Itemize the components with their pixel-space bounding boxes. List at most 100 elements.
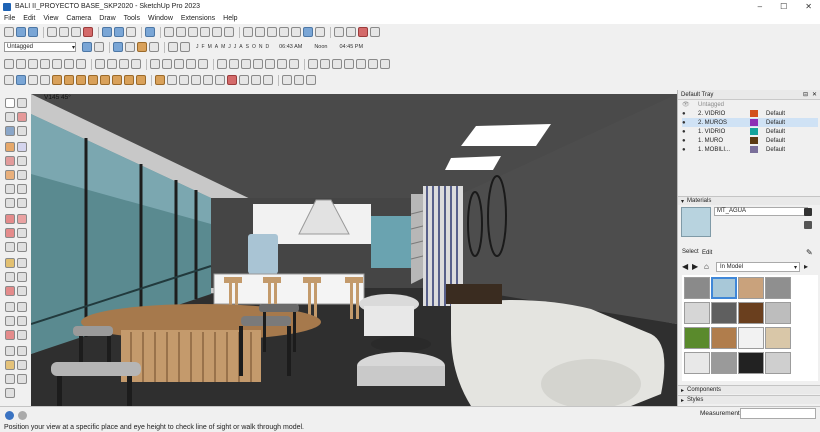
open-file-icon[interactable] — [16, 27, 26, 37]
intersect-icon[interactable] — [191, 75, 201, 85]
material-name-field[interactable]: MT_AGUA — [714, 207, 808, 216]
tape-measure-icon[interactable] — [64, 75, 74, 85]
sandbox-icon[interactable] — [95, 59, 105, 69]
zoom-window-nav-icon[interactable] — [17, 316, 27, 326]
material-swatch[interactable] — [738, 277, 764, 299]
measurements-input[interactable] — [740, 408, 816, 419]
model-viewport[interactable] — [31, 94, 677, 406]
stamp-icon[interactable] — [107, 59, 117, 69]
camera-front-icon[interactable] — [188, 27, 198, 37]
components-header[interactable]: ▸ Components — [678, 385, 820, 394]
axes-tool-icon[interactable] — [5, 286, 15, 296]
material-swatch[interactable] — [711, 277, 737, 299]
wireframe-icon[interactable] — [267, 27, 277, 37]
position-camera-tool-icon[interactable] — [17, 360, 27, 370]
sandbox-tool-icon[interactable] — [5, 374, 15, 384]
orbit-nav-icon[interactable] — [5, 302, 15, 312]
walk-icon[interactable] — [308, 59, 318, 69]
scene-tab[interactable]: V145 45° — [44, 94, 71, 101]
zoom-icon[interactable] — [344, 59, 354, 69]
tape-tool-icon[interactable] — [5, 258, 15, 268]
extension-warehouse-icon[interactable] — [346, 27, 356, 37]
walk-nav-icon[interactable] — [5, 346, 15, 356]
style-depth-icon[interactable] — [186, 59, 196, 69]
month-scale[interactable]: JFMAMJJASOND — [196, 44, 269, 50]
maximize-button[interactable]: ☐ — [780, 2, 787, 11]
styles-header[interactable]: ▸ Styles — [678, 395, 820, 404]
offset-tool-icon[interactable] — [17, 242, 27, 252]
rotate-icon[interactable] — [155, 75, 165, 85]
eye-icon[interactable]: ● — [682, 111, 690, 117]
tag-select[interactable]: Untagged ▾ — [4, 42, 76, 52]
undo-icon[interactable] — [102, 27, 112, 37]
lock-icon[interactable] — [263, 75, 273, 85]
material-swatch[interactable] — [738, 302, 764, 324]
shadows-toggle-icon[interactable] — [180, 42, 190, 52]
unhide-icon[interactable] — [251, 75, 261, 85]
look-around-nav-icon[interactable] — [17, 346, 27, 356]
eye-icon[interactable]: ● — [682, 138, 690, 144]
flip-edge-icon[interactable] — [131, 59, 141, 69]
door-plugin-icon[interactable] — [294, 75, 304, 85]
extra-tool-icon[interactable] — [5, 388, 15, 398]
scale-icon[interactable] — [167, 75, 177, 85]
paste-icon[interactable] — [71, 27, 81, 37]
3d-text-tool-icon[interactable] — [17, 286, 27, 296]
material-swatch[interactable] — [765, 277, 791, 299]
back-icon[interactable]: ◀ — [682, 262, 688, 271]
tag-tool-icon[interactable] — [5, 126, 15, 136]
protractor-tool-icon[interactable] — [5, 272, 15, 282]
pan-nav-icon[interactable] — [17, 302, 27, 312]
solid-subtract-icon[interactable] — [52, 59, 62, 69]
style-profiles-icon[interactable] — [174, 59, 184, 69]
tag-row[interactable]: ● 1. MOBILI... Default — [682, 145, 818, 154]
axes-icon[interactable] — [88, 75, 98, 85]
warehouse-tool-icon[interactable] — [17, 374, 27, 384]
menu-tools[interactable]: Tools — [124, 15, 140, 22]
previous-nav-icon[interactable] — [17, 330, 27, 340]
copy-icon[interactable] — [59, 27, 69, 37]
materials-header[interactable]: ▾ Materials — [678, 196, 820, 205]
color-by-tag-icon[interactable] — [82, 42, 92, 52]
tag-row[interactable]: ● 2. VIDRIO Default — [682, 109, 818, 118]
make-component-icon[interactable] — [17, 98, 27, 108]
default-material-icon[interactable] — [804, 221, 812, 229]
view-front-icon[interactable] — [241, 59, 251, 69]
arc-tool-icon[interactable] — [5, 184, 15, 194]
pan-icon[interactable] — [16, 75, 26, 85]
camera-back-icon[interactable] — [212, 27, 222, 37]
material-swatch[interactable] — [684, 352, 710, 374]
style-extension-icon[interactable] — [198, 59, 208, 69]
tag-row-partial[interactable]: 👁 Untagged — [682, 100, 818, 109]
style-edges-icon[interactable] — [162, 59, 172, 69]
menu-view[interactable]: View — [43, 15, 58, 22]
view-left-icon[interactable] — [277, 59, 287, 69]
push-pull-icon[interactable] — [28, 75, 38, 85]
geo-location-icon[interactable] — [5, 411, 14, 420]
print-icon[interactable] — [126, 27, 136, 37]
hidden-line-icon[interactable] — [279, 27, 289, 37]
create-material-icon[interactable] — [804, 208, 812, 216]
material-swatch[interactable] — [711, 302, 737, 324]
paint-bucket-icon[interactable] — [52, 75, 62, 85]
shaded-textures-icon[interactable] — [303, 27, 313, 37]
previous-view-icon[interactable] — [380, 59, 390, 69]
new-file-icon[interactable] — [4, 27, 14, 37]
menu-file[interactable]: File — [4, 15, 15, 22]
furniture-plugin-icon[interactable] — [282, 75, 292, 85]
polygon-tool-icon[interactable] — [17, 170, 27, 180]
follow-me-tool-icon[interactable] — [17, 228, 27, 238]
zoom-extents-nav-icon[interactable] — [5, 330, 15, 340]
zoom-nav-icon[interactable] — [5, 316, 15, 326]
view-top-icon[interactable] — [229, 59, 239, 69]
dimension-icon[interactable] — [100, 75, 110, 85]
dimension-tool-icon[interactable] — [17, 258, 27, 268]
tag-color-swatch[interactable] — [750, 137, 758, 144]
protractor-icon[interactable] — [76, 75, 86, 85]
freehand-icon[interactable] — [17, 142, 27, 152]
soften-icon[interactable] — [215, 75, 225, 85]
3d-text-icon[interactable] — [124, 75, 134, 85]
solid-split-icon[interactable] — [76, 59, 86, 69]
tag-color-swatch[interactable] — [750, 146, 758, 153]
text-icon[interactable] — [112, 75, 122, 85]
